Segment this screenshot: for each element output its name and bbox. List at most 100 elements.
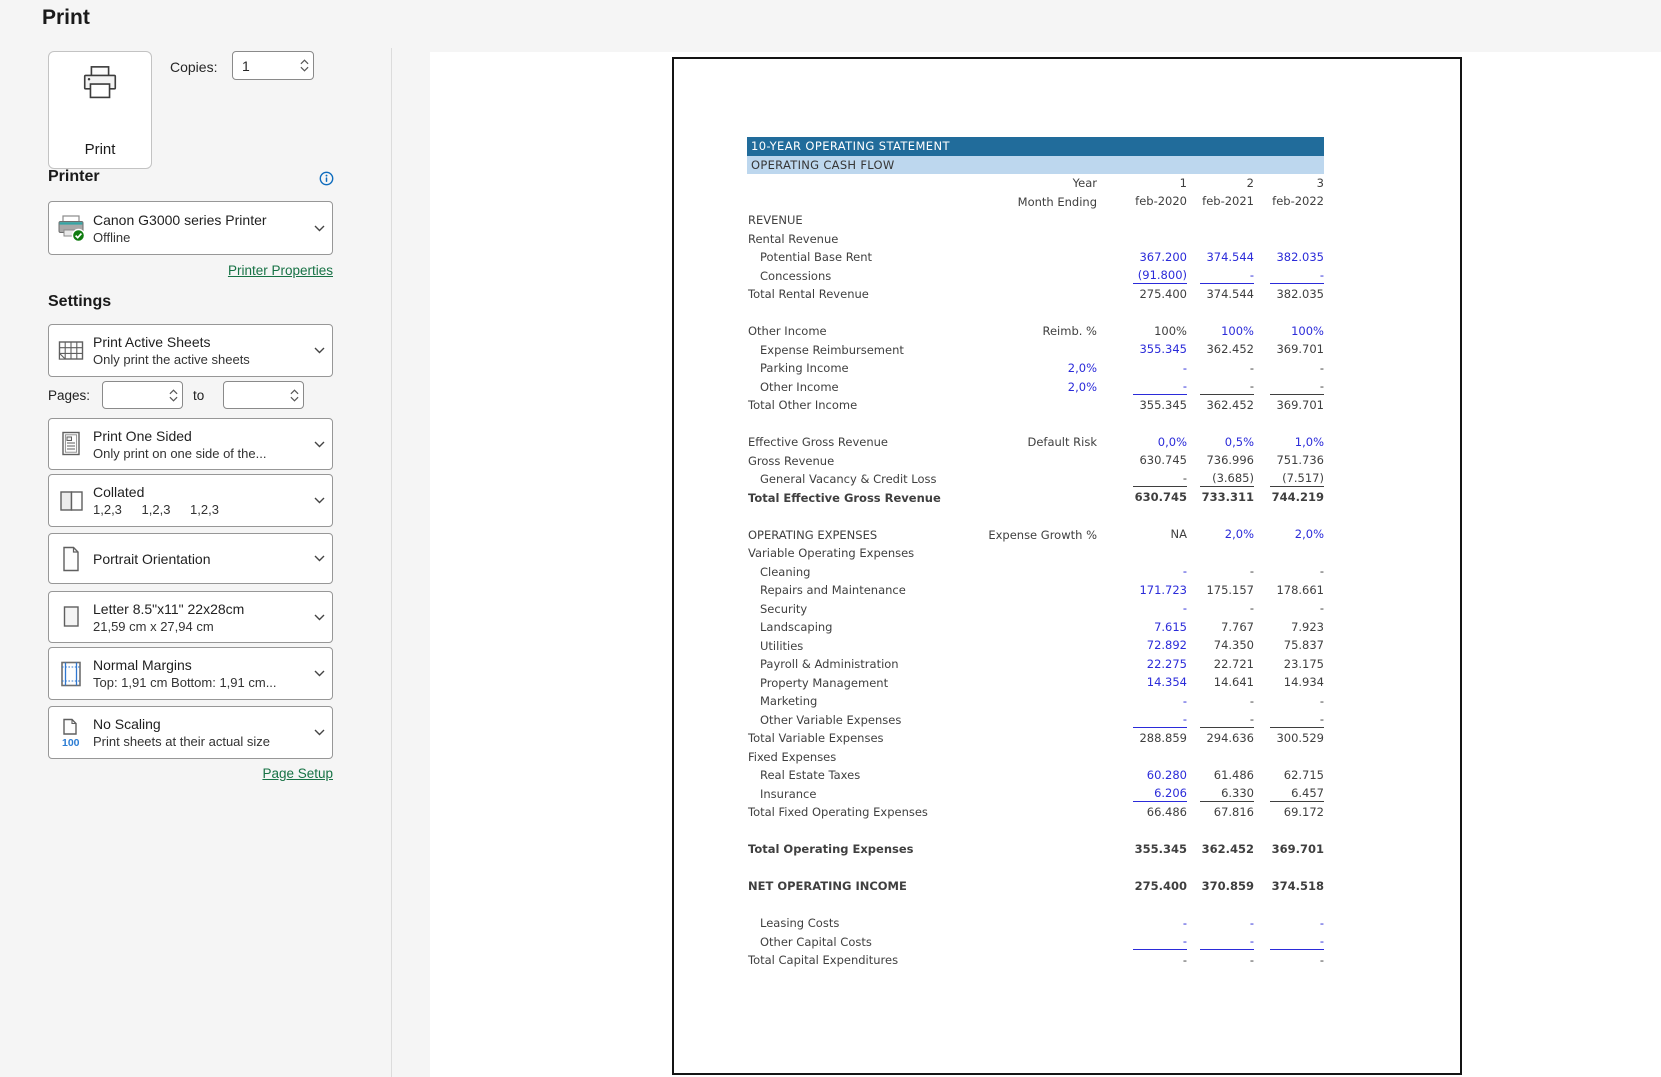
scaling-select[interactable]: 100 No Scaling Print sheets at their act… [48,706,333,759]
collation-select[interactable]: Collated 1,2,3 1,2,3 1,2,3 [48,474,333,527]
sheet-row: Fixed Expenses [747,748,1324,767]
sheet-cell: 362.452 [1187,342,1254,357]
sheet-cell: 362.452 [1187,842,1254,857]
sheet-row: Real Estate Taxes60.28061.48662.715 [747,766,1324,785]
sheet-row: Other Capital Costs--- [747,933,1324,952]
sheet-cell: 733.311 [1187,490,1254,505]
sheet-cell: 178.661 [1254,583,1324,598]
sheet-row: Gross Revenue630.745736.996751.736 [747,452,1324,471]
sheet-cell: 175.157 [1187,583,1254,598]
sheet-cell: - [1254,694,1324,709]
copies-stepper[interactable]: 1 [232,51,314,80]
sheet-cell: 62.715 [1254,768,1324,783]
sheet-cell: 6.206 [1097,786,1187,802]
sheet-row [747,859,1324,878]
preview-page: 10-YEAR OPERATING STATEMENTOPERATING CAS… [672,57,1462,1075]
printer-select[interactable]: Canon G3000 series Printer Offline [48,201,333,255]
margins-select[interactable]: Normal Margins Top: 1,91 cm Bottom: 1,91… [48,647,333,700]
copies-label: Copies: [170,59,217,75]
svg-text:100: 100 [62,737,80,749]
sheet-row: General Vacancy & Credit Loss-(3.685)(7.… [747,470,1324,489]
sheet-cell: 288.859 [1097,731,1187,746]
sheet-cell: 7.923 [1254,620,1324,635]
printer-properties-link[interactable]: Printer Properties [48,263,333,278]
sheet-cell: - [1187,694,1254,709]
print-button[interactable]: Print [48,51,152,169]
sheet-cell: feb-2020 [1097,194,1187,209]
print-preview: 10-YEAR OPERATING STATEMENTOPERATING CAS… [430,52,1661,1077]
sheet-cell: - [1187,712,1254,728]
sheet-cell: 0,5% [1187,435,1254,450]
printer-icon [77,64,123,106]
paper-size-icon [49,602,93,632]
duplex-select[interactable]: Print One Sided Only print on one side o… [48,418,333,470]
sheet-cell: 60.280 [1097,768,1187,783]
sheet-row: Marketing--- [747,692,1324,711]
sheet-cell: 275.400 [1097,287,1187,302]
sheet-cell: - [1097,953,1187,968]
sheet-cell: 355.345 [1097,398,1187,413]
sheet-cell: - [1254,916,1324,931]
chevron-down-icon [306,441,332,448]
sheet-cell: 367.200 [1097,250,1187,265]
sheet-cell: 751.736 [1254,453,1324,468]
chevron-down-icon [306,670,332,677]
paper-size-select[interactable]: Letter 8.5"x11" 22x28cm 21,59 cm x 27,94… [48,591,333,643]
sheet-row: Total Capital Expenditures--- [747,951,1324,970]
collated-icon [49,487,93,515]
sheet-row: OPERATING EXPENSESExpense Growth %NA2,0%… [747,526,1324,545]
stepper-arrows-icon[interactable] [285,389,303,402]
sheet-cell: feb-2022 [1254,194,1324,209]
sheet-cell: - [1097,694,1187,709]
sheet-cell: - [1097,361,1187,376]
sheet-cell: - [1254,934,1324,950]
orientation-select[interactable]: Portrait Orientation [48,533,333,584]
sheet-cell: 72.892 [1097,638,1187,653]
pages-to-input[interactable] [223,381,304,409]
sheet-row [747,304,1324,323]
active-sheets-icon [49,337,93,365]
sheet-row: Year123 [747,174,1324,193]
sheet-cell: 6.330 [1187,786,1254,802]
sheet-cell: 630.745 [1097,490,1187,505]
chevron-down-icon [306,614,332,621]
print-what-select[interactable]: Print Active Sheets Only print the activ… [48,324,333,377]
sheet-cell: (3.685) [1187,471,1254,487]
sheet-cell: 100% [1254,324,1324,339]
sheet-row: Landscaping7.6157.7677.923 [747,618,1324,637]
sheet-cell: - [1254,361,1324,376]
sheet-cell: 67.816 [1187,805,1254,820]
sheet-row: Month Endingfeb-2020feb-2021feb-2022 [747,193,1324,212]
sheet-row: Other IncomeReimb. %100%100%100% [747,322,1324,341]
sheet-row: Leasing Costs--- [747,914,1324,933]
info-icon[interactable] [319,171,334,191]
sheet-subtitle: OPERATING CASH FLOW [747,156,1324,175]
sheet-cell: - [1097,916,1187,931]
sheet-cell: 294.636 [1187,731,1254,746]
sheet-cell: 382.035 [1254,287,1324,302]
sheet-cell: 171.723 [1097,583,1187,598]
sheet-row: Concessions(91.800)-- [747,267,1324,286]
stepper-arrows-icon[interactable] [164,389,182,402]
sheet-cell: 1 [1097,176,1187,191]
print-button-label: Print [85,141,116,158]
sheet-cell: 6.457 [1254,786,1324,802]
sheet-cell: 100% [1097,324,1187,339]
page-setup-link[interactable]: Page Setup [48,766,333,781]
sheet-cell: (7.517) [1254,471,1324,487]
sheet-row: Parking Income2,0%--- [747,359,1324,378]
sheet-row: Total Variable Expenses288.859294.636300… [747,729,1324,748]
sheet-cell: 1,0% [1254,435,1324,450]
panel-divider [391,48,392,1077]
sheet-row: Property Management14.35414.64114.934 [747,674,1324,693]
pages-to-label: to [193,388,204,403]
sheet-cell: 14.354 [1097,675,1187,690]
printer-heading: Printer [48,168,100,186]
pages-from-input[interactable] [102,381,183,409]
stepper-arrows-icon[interactable] [295,59,313,72]
sheet-title: 10-YEAR OPERATING STATEMENT [747,137,1324,156]
sheet-cell: 7.767 [1187,620,1254,635]
print-dialog: Print Print Copies: 1 Printer [0,0,1661,1077]
chevron-down-icon [306,729,332,736]
chevron-down-icon [306,497,332,504]
